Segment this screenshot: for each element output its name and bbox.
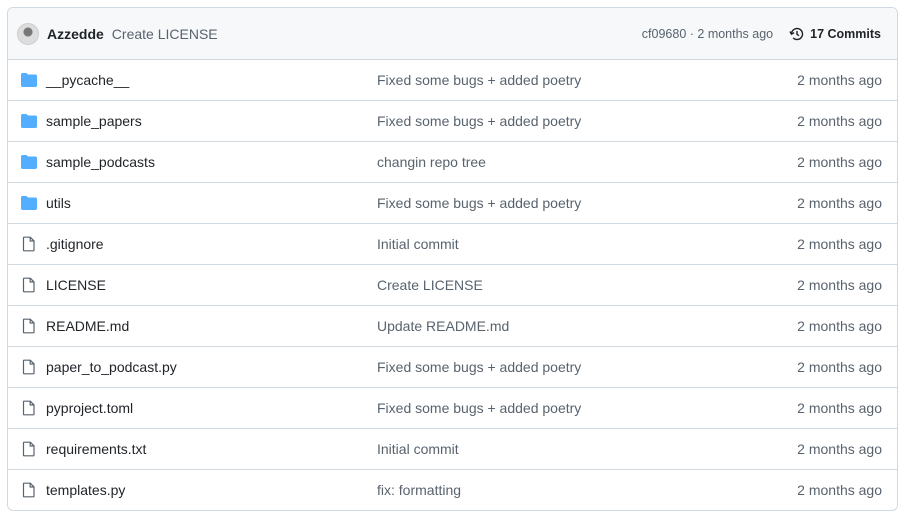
commit-message-link[interactable]: Create LICENSE [377,277,797,293]
file-name-link[interactable]: README.md [46,318,377,334]
commit-message-link[interactable]: Initial commit [377,236,797,252]
commit-age: 2 months ago [797,318,882,334]
folder-icon [21,113,37,129]
commit-age: 2 months ago [797,482,882,498]
commit-age: 2 months ago [797,441,882,457]
table-row[interactable]: templates.py fix: formatting 2 months ag… [8,470,897,510]
commit-age: 2 months ago [797,400,882,416]
commit-message-link[interactable]: Update README.md [377,318,797,334]
file-name-link[interactable]: requirements.txt [46,441,377,457]
commit-message[interactable]: Create LICENSE [112,26,218,42]
file-name-link[interactable]: pyproject.toml [46,400,377,416]
table-row[interactable]: sample_papers Fixed some bugs + added po… [8,101,897,142]
file-icon [21,482,37,498]
file-name-link[interactable]: sample_podcasts [46,154,377,170]
commit-author[interactable]: Azzedde [47,26,104,42]
file-icon [21,236,37,252]
folder-icon [21,72,37,88]
file-icon [21,359,37,375]
file-name-link[interactable]: templates.py [46,482,377,498]
latest-commit-bar: Azzedde Create LICENSE cf09680 · 2 month… [8,8,897,60]
history-icon [789,27,804,40]
commit-message-link[interactable]: Fixed some bugs + added poetry [377,400,797,416]
commit-age: 2 months ago [797,359,882,375]
file-icon [21,318,37,334]
commit-age: 2 months ago [797,72,882,88]
commit-age: 2 months ago [797,154,882,170]
file-name-link[interactable]: sample_papers [46,113,377,129]
commit-sha-time[interactable]: cf09680 · 2 months ago [642,27,773,41]
commits-count: 17 Commits [810,26,881,41]
file-name-link[interactable]: utils [46,195,377,211]
commit-message-link[interactable]: Fixed some bugs + added poetry [377,195,797,211]
commits-link[interactable]: 17 Commits [789,26,881,42]
file-name-link[interactable]: .gitignore [46,236,377,252]
file-icon [21,400,37,416]
avatar[interactable] [17,22,39,45]
table-row[interactable]: .gitignore Initial commit 2 months ago [8,224,897,265]
commit-age: 2 months ago [797,236,882,252]
table-row[interactable]: utils Fixed some bugs + added poetry 2 m… [8,183,897,224]
file-tree-table: Azzedde Create LICENSE cf09680 · 2 month… [7,7,898,511]
table-row[interactable]: README.md Update README.md 2 months ago [8,306,897,347]
commit-age: 2 months ago [797,195,882,211]
file-name-link[interactable]: __pycache__ [46,72,377,88]
file-icon [21,441,37,457]
table-row[interactable]: __pycache__ Fixed some bugs + added poet… [8,60,897,101]
folder-icon [21,195,37,211]
commit-message-link[interactable]: changin repo tree [377,154,797,170]
file-name-link[interactable]: paper_to_podcast.py [46,359,377,375]
commit-message-link[interactable]: fix: formatting [377,482,797,498]
commit-message-link[interactable]: Fixed some bugs + added poetry [377,359,797,375]
commit-message-link[interactable]: Initial commit [377,441,797,457]
table-row[interactable]: LICENSE Create LICENSE 2 months ago [8,265,897,306]
table-row[interactable]: sample_podcasts changin repo tree 2 mont… [8,142,897,183]
folder-icon [21,154,37,170]
table-row[interactable]: requirements.txt Initial commit 2 months… [8,429,897,470]
commit-message-link[interactable]: Fixed some bugs + added poetry [377,72,797,88]
table-row[interactable]: pyproject.toml Fixed some bugs + added p… [8,388,897,429]
file-name-link[interactable]: LICENSE [46,277,377,293]
commit-age: 2 months ago [797,277,882,293]
file-icon [21,277,37,293]
commit-age: 2 months ago [797,113,882,129]
commit-message-link[interactable]: Fixed some bugs + added poetry [377,113,797,129]
table-row[interactable]: paper_to_podcast.py Fixed some bugs + ad… [8,347,897,388]
